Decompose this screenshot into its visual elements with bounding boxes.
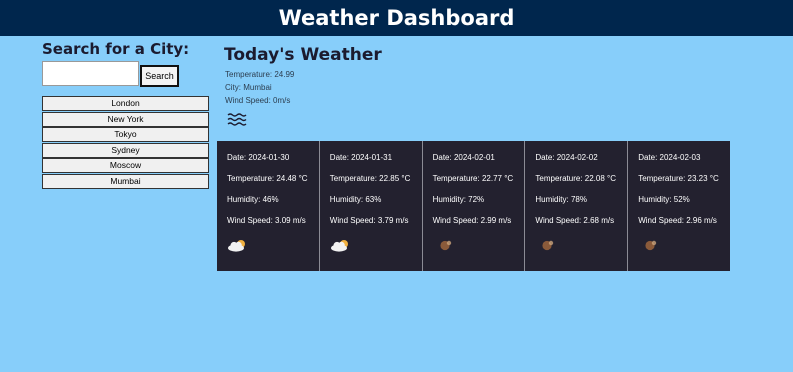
today-heading: Today's Weather [224,45,382,65]
forecast-temperature: Temperature: 22.85 °C [329,174,411,183]
haze-icon [535,238,557,254]
forecast-temperature: Temperature: 24.48 °C [227,174,308,183]
forecast-temperature: Temperature: 22.77 °C [432,174,514,183]
history-city-button[interactable]: Moscow [42,158,209,174]
history-city-button[interactable]: Sydney [42,142,209,158]
forecast-wind-speed: Wind Speed: 3.79 m/s [329,216,409,225]
partly-cloudy-icon [227,238,249,254]
city-search-input[interactable] [42,61,139,86]
app-header: Weather Dashboard [0,0,793,36]
forecast-wind-speed: Wind Speed: 3.09 m/s [227,216,306,225]
forecast-card: Date: 2024-01-30 Temperature: 24.48 °C H… [217,141,320,271]
mist-icon [227,113,247,131]
history-city-button[interactable]: Mumbai [42,173,209,189]
forecast-humidity: Humidity: 63% [329,195,382,204]
forecast-humidity: Humidity: 46% [227,195,279,204]
forecast-date: Date: 2024-02-03 [638,153,701,162]
forecast-humidity: Humidity: 78% [535,195,587,204]
history-city-button[interactable]: New York [42,111,209,127]
forecast-humidity: Humidity: 72% [432,195,485,204]
forecast-card: Date: 2024-02-01 Temperature: 22.77 °C H… [423,141,526,271]
search-heading: Search for a City: [42,40,190,58]
search-history-list: London New York Tokyo Sydney Moscow Mumb… [42,96,209,190]
history-city-button[interactable]: London [42,96,209,111]
forecast-humidity: Humidity: 52% [638,195,690,204]
forecast-temperature: Temperature: 23.23 °C [638,174,719,183]
haze-icon [638,238,660,254]
page-title: Weather Dashboard [278,6,515,30]
forecast-wind-speed: Wind Speed: 2.99 m/s [432,216,512,225]
forecast-card: Date: 2024-02-03 Temperature: 23.23 °C H… [628,141,730,271]
haze-icon [433,238,455,254]
forecast-date: Date: 2024-01-31 [329,153,393,162]
search-button[interactable]: Search [140,65,179,87]
forecast-date: Date: 2024-02-02 [535,153,598,162]
today-city: City: Mumbai [225,83,272,92]
forecast-date: Date: 2024-01-30 [227,153,290,162]
forecast-card: Date: 2024-02-02 Temperature: 22.08 °C H… [525,141,629,271]
forecast-card: Date: 2024-01-31 Temperature: 22.85 °C H… [320,141,423,271]
forecast-wind-speed: Wind Speed: 2.68 m/s [535,216,615,225]
today-wind-speed: Wind Speed: 0m/s [225,96,291,105]
forecast-date: Date: 2024-02-01 [432,153,495,162]
forecast-wind-speed: Wind Speed: 2.96 m/s [638,216,717,225]
forecast-panel: Date: 2024-01-30 Temperature: 24.48 °C H… [217,141,730,271]
partly-cloudy-icon [330,238,352,254]
today-temperature: Temperature: 24.99 [225,70,295,79]
forecast-temperature: Temperature: 22.08 °C [535,174,616,183]
history-city-button[interactable]: Tokyo [42,127,209,143]
